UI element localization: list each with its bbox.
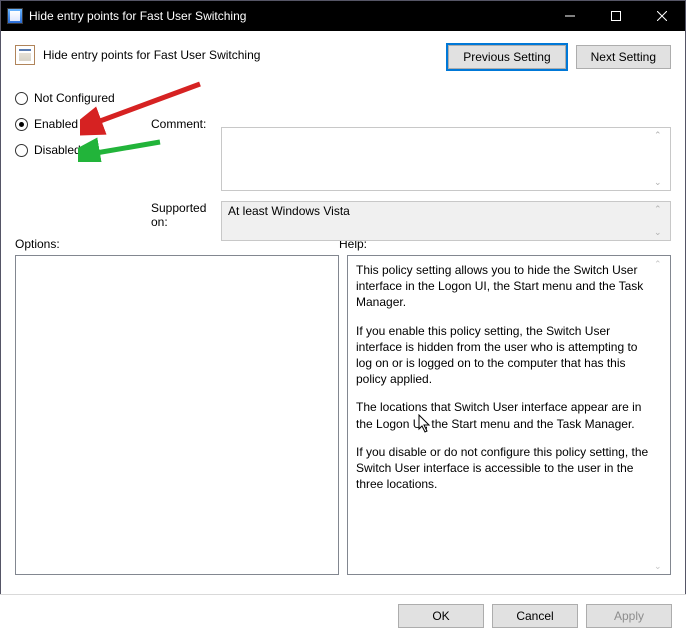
comment-label: Comment: [151,117,221,131]
options-pane[interactable] [15,255,339,575]
apply-button[interactable]: Apply [586,604,672,628]
help-paragraph: This policy setting allows you to hide t… [356,262,650,311]
help-paragraph: The locations that Switch User interface… [356,399,650,431]
close-button[interactable] [639,1,685,31]
help-paragraph: If you enable this policy setting, the S… [356,323,650,388]
radio-label: Disabled [34,143,81,157]
radio-icon [15,118,28,131]
supported-on-box: At least Windows Vista ⌃⌄ [221,201,671,241]
radio-label: Enabled [34,117,78,131]
previous-setting-button[interactable]: Previous Setting [448,45,565,69]
scroll-indicator: ⌃⌄ [654,130,668,188]
titlebar[interactable]: Hide entry points for Fast User Switchin… [1,1,685,31]
help-paragraph: If you disable or do not configure this … [356,444,650,493]
supported-on-value: At least Windows Vista [228,204,350,218]
radio-icon [15,92,28,105]
scroll-indicator: ⌃⌄ [654,258,668,572]
next-setting-button[interactable]: Next Setting [576,45,671,69]
policy-icon [15,45,35,65]
radio-icon [15,144,28,157]
ok-button[interactable]: OK [398,604,484,628]
supported-on-label: Supported on: [151,201,221,229]
minimize-button[interactable] [547,1,593,31]
options-label: Options: [15,237,60,251]
help-pane[interactable]: This policy setting allows you to hide t… [347,255,671,575]
radio-not-configured[interactable]: Not Configured [15,87,671,109]
cancel-button[interactable]: Cancel [492,604,578,628]
policy-title: Hide entry points for Fast User Switchin… [43,48,260,62]
scroll-indicator: ⌃⌄ [654,204,668,238]
radio-label: Not Configured [34,91,115,105]
policy-window-icon [7,8,23,24]
comment-textarea[interactable]: ⌃⌄ [221,127,671,191]
window-title: Hide entry points for Fast User Switchin… [29,9,246,23]
dialog-content: Hide entry points for Fast User Switchin… [1,31,685,585]
maximize-button[interactable] [593,1,639,31]
dialog-footer: OK Cancel Apply [0,594,686,636]
